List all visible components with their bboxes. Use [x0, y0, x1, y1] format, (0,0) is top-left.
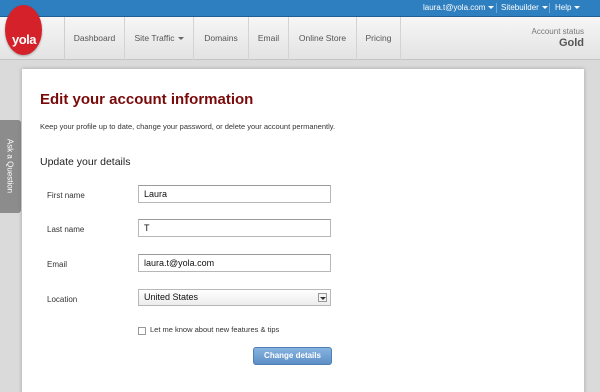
sitebuilder-menu[interactable]: Sitebuilder	[501, 3, 548, 12]
dropdown-arrow-icon	[318, 293, 327, 302]
nav-site-traffic[interactable]: Site Traffic	[124, 17, 193, 60]
newsletter-label: Let me know about new features & tips	[150, 325, 280, 334]
newsletter-checkbox[interactable]	[138, 327, 146, 335]
account-status: Account status Gold	[532, 27, 584, 49]
first-name-field[interactable]	[138, 185, 331, 203]
location-value: United States	[144, 292, 199, 302]
nav-domains[interactable]: Domains	[193, 17, 248, 60]
main-nav: yola Dashboard Site Traffic Domains Emai…	[0, 5, 600, 60]
location-select[interactable]: United States	[138, 289, 331, 306]
nav-email[interactable]: Email	[248, 17, 288, 60]
chevron-down-icon	[177, 37, 184, 41]
email-field[interactable]	[138, 254, 331, 272]
chevron-down-icon	[541, 6, 548, 10]
logo-badge	[5, 5, 42, 55]
account-status-value: Gold	[558, 37, 584, 49]
logo-text: yola	[11, 32, 37, 47]
account-status-label: Account status	[531, 27, 584, 36]
account-panel: Edit your account information Keep your …	[22, 69, 584, 392]
page-title: Edit your account information	[40, 91, 254, 108]
last-name-label: Last name	[47, 225, 85, 234]
ask-question-label: Ask a Question	[5, 138, 15, 194]
chevron-down-icon	[574, 6, 581, 10]
help-label: Help	[555, 3, 572, 12]
change-details-button[interactable]: Change details	[253, 347, 332, 365]
email-label: Email	[47, 260, 68, 269]
sitebuilder-label: Sitebuilder	[501, 3, 539, 12]
divider	[549, 3, 550, 13]
divider	[496, 3, 497, 13]
yola-logo[interactable]: yola	[0, 5, 45, 60]
location-label: Location	[47, 295, 78, 304]
section-title: Update your details	[40, 156, 131, 168]
nav-site-traffic-label: Site Traffic	[134, 33, 175, 43]
user-email: laura.t@yola.com	[423, 3, 486, 12]
chevron-down-icon	[488, 6, 495, 10]
help-menu[interactable]: Help	[555, 3, 581, 12]
nav-pricing[interactable]: Pricing	[356, 17, 401, 60]
ask-question-tab[interactable]: Ask a Question	[0, 120, 21, 213]
user-menu[interactable]: laura.t@yola.com	[423, 3, 495, 12]
first-name-label: First name	[47, 191, 85, 200]
last-name-field[interactable]	[138, 219, 331, 237]
top-bar: laura.t@yola.com Sitebuilder Help	[0, 0, 600, 17]
nav-dashboard[interactable]: Dashboard	[64, 17, 124, 60]
page-description: Keep your profile up to date, change you…	[40, 122, 336, 131]
nav-online-store[interactable]: Online Store	[288, 17, 356, 60]
